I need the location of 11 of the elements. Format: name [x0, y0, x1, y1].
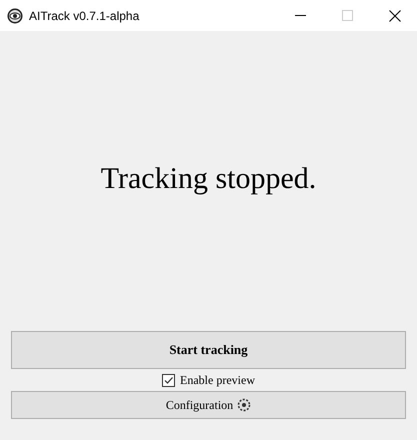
checkbox[interactable] [162, 374, 176, 386]
checkbox-label[interactable]: Enable preview [180, 371, 255, 389]
close-icon[interactable] [389, 10, 401, 22]
configuration-label: Configuration [166, 397, 234, 414]
configuration-button[interactable]: Configuration [11, 391, 406, 419]
start-tracking-button[interactable]: Start tracking [11, 331, 406, 369]
window-title: AITrack v0.7.1-alpha [29, 8, 140, 24]
status-text: Tracking stopped. [100, 160, 316, 196]
minimize-icon[interactable] [295, 14, 306, 16]
eye-icon [7, 8, 23, 24]
gear-icon [237, 398, 252, 412]
